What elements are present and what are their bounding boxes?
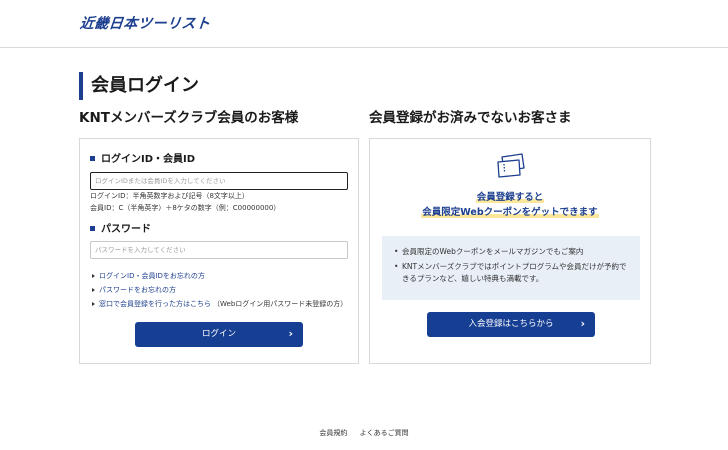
counter-registration-link[interactable]: 窓口で会員登録を行った方はこちら: [99, 300, 211, 308]
triangle-bullet-icon: [92, 302, 95, 306]
promo-line-2-text: 会員限定Webクーポンをゲットできます: [421, 207, 599, 218]
triangle-bullet-icon: [92, 274, 95, 278]
login-id-label: ログインID・会員ID: [90, 153, 195, 167]
password-label: パスワード: [90, 223, 151, 237]
member-login-heading: KNTメンバーズクラブ会員のお客様: [79, 110, 299, 126]
site-logo[interactable]: 近畿日本ツーリスト: [79, 13, 212, 33]
benefit-item: 会員限定のWebクーポンをメールマガジンでもご案内: [394, 246, 632, 258]
join-button-label: 入会登録はこちらから: [468, 319, 554, 329]
login-button[interactable]: ログイン ›: [135, 322, 303, 347]
join-button[interactable]: 入会登録はこちらから ›: [427, 312, 595, 337]
registration-panel: 会員登録すると 会員限定Webクーポンをゲットできます 会員限定のWebクーポン…: [369, 138, 651, 364]
promo-line-1: 会員登録すると: [370, 191, 650, 205]
footer: 会員規約 よくあるご質問: [0, 428, 728, 438]
forgot-id-link[interactable]: ログインID・会員IDをお忘れの方: [99, 272, 205, 280]
counter-registration-note: （Webログイン用パスワード未登録の方）: [213, 300, 348, 308]
page-title: 会員ログイン: [79, 72, 199, 100]
ticket-icon: [497, 153, 525, 178]
chevron-right-icon: ›: [288, 327, 293, 340]
non-member-heading: 会員登録がお済みでないお客さま: [369, 110, 572, 126]
password-input[interactable]: [90, 241, 348, 259]
square-bullet-icon: [90, 225, 95, 231]
triangle-bullet-icon: [92, 288, 95, 292]
forgot-password-row: パスワードをお忘れの方: [92, 285, 176, 295]
login-id-label-text: ログインID・会員ID: [101, 154, 196, 165]
login-id-input[interactable]: [90, 172, 348, 190]
site-header: 近畿日本ツーリスト: [0, 0, 728, 48]
benefits-box: 会員限定のWebクーポンをメールマガジンでもご案内 KNTメンバーズクラブではポ…: [382, 236, 640, 300]
login-id-hint: ログインID：半角英数字および記号（8文字以上）: [90, 192, 249, 200]
footer-link-terms[interactable]: 会員規約: [319, 429, 347, 437]
chevron-right-icon: ›: [580, 317, 585, 330]
square-bullet-icon: [90, 155, 95, 161]
counter-registration-row: 窓口で会員登録を行った方はこちら （Webログイン用パスワード未登録の方）: [92, 299, 347, 309]
benefit-item: KNTメンバーズクラブではポイントプログラムや会員だけが予約できるプランなど、嬉…: [394, 261, 632, 285]
promo-line-2: 会員限定Webクーポンをゲットできます: [370, 206, 650, 220]
forgot-id-row: ログインID・会員IDをお忘れの方: [92, 271, 205, 281]
password-label-text: パスワード: [101, 224, 151, 235]
forgot-password-link[interactable]: パスワードをお忘れの方: [99, 286, 176, 294]
footer-link-faq[interactable]: よくあるご質問: [360, 429, 409, 437]
promo-line-1-text: 会員登録すると: [475, 192, 545, 203]
member-id-hint: 会員ID：C（半角英字）＋8ケタの数字（例：C00000000）: [90, 204, 281, 212]
login-button-label: ログイン: [201, 329, 236, 339]
login-panel: ログインID・会員ID ログインID：半角英数字および記号（8文字以上） 会員I…: [79, 138, 359, 364]
